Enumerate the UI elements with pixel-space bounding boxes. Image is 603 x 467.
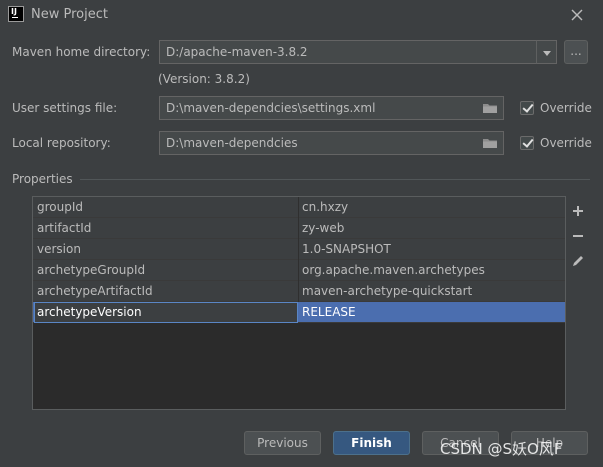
close-icon[interactable] — [566, 4, 588, 26]
table-row[interactable]: groupId cn.hxzy — [33, 197, 565, 218]
maven-home-label: Maven home directory: — [12, 45, 151, 59]
table-toolbar — [566, 196, 590, 410]
table-row[interactable]: archetypeArtifactId maven-archetype-quic… — [33, 281, 565, 302]
maven-version-text: (Version: 3.8.2) — [158, 72, 250, 86]
table-row[interactable]: version 1.0-SNAPSHOT — [33, 239, 565, 260]
remove-icon[interactable] — [570, 228, 586, 244]
override-settings-label: Override — [540, 101, 592, 115]
close-button[interactable] — [566, 4, 588, 26]
maven-home-combo[interactable]: D:/apache-maven-3.8.2 — [159, 40, 537, 64]
table-row[interactable]: archetypeGroupId org.apache.maven.archet… — [33, 260, 565, 281]
app-icon-letters: IJ — [11, 7, 17, 16]
folder-browse-icon[interactable] — [482, 102, 498, 114]
property-value: org.apache.maven.archetypes — [302, 263, 485, 277]
property-value: zy-web — [302, 221, 345, 235]
local-repository-field[interactable]: D:\maven-dependcies — [159, 131, 504, 155]
property-key: artifactId — [37, 221, 92, 235]
property-value: 1.0-SNAPSHOT — [302, 242, 391, 256]
folder-browse-icon[interactable] — [482, 137, 498, 149]
property-key: archetypeVersion — [37, 305, 142, 319]
property-value: cn.hxzy — [302, 200, 349, 214]
property-value: RELEASE — [302, 305, 356, 319]
section-divider — [80, 179, 590, 180]
previous-button[interactable]: Previous — [244, 431, 321, 455]
override-repository-checkbox[interactable] — [520, 136, 534, 150]
properties-section-title: Properties — [12, 172, 73, 186]
property-key: archetypeArtifactId — [37, 284, 153, 298]
combo-dropdown-button[interactable] — [536, 40, 557, 64]
intellij-app-icon: IJ — [8, 6, 24, 22]
finish-button-label: Finish — [351, 436, 392, 450]
property-key: groupId — [37, 200, 84, 214]
table-row[interactable]: artifactId zy-web — [33, 218, 565, 239]
user-settings-field[interactable]: D:\maven-dependcies\settings.xml — [159, 96, 504, 120]
override-settings-checkbox[interactable] — [520, 101, 534, 115]
properties-table[interactable]: groupId cn.hxzy artifactId zy-web versio… — [32, 196, 566, 410]
local-repository-label: Local repository: — [12, 136, 111, 150]
table-row-selected[interactable]: archetypeVersion RELEASE — [33, 302, 565, 323]
finish-button[interactable]: Finish — [333, 431, 410, 455]
title-bar: IJ New Project — [0, 0, 603, 30]
property-key: archetypeGroupId — [37, 263, 146, 277]
user-settings-label: User settings file: — [12, 101, 118, 115]
edit-icon[interactable] — [570, 253, 586, 269]
previous-button-label: Previous — [257, 436, 308, 450]
override-repository-label: Override — [540, 136, 592, 150]
watermark-text: CSDN @S妖O风F — [440, 440, 563, 458]
add-icon[interactable] — [570, 203, 586, 219]
property-key: version — [37, 242, 81, 256]
window-title: New Project — [31, 7, 108, 22]
browse-button[interactable]: ... — [564, 40, 588, 64]
property-value: maven-archetype-quickstart — [302, 284, 473, 298]
